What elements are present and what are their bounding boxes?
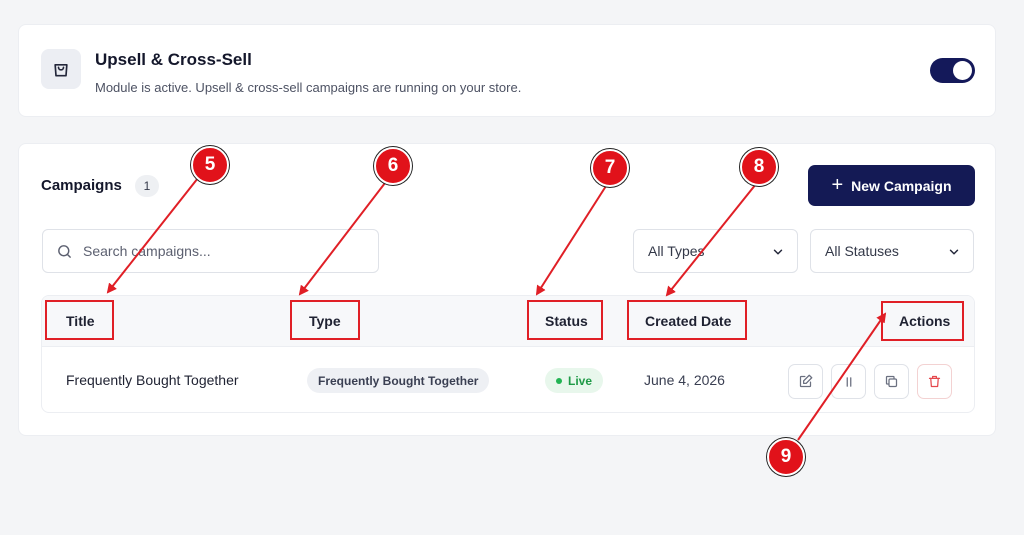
created-date-cell: June 4, 2026 [644,372,725,388]
campaigns-card: Campaigns 1 + New Campaign All Types All… [18,143,996,436]
chevron-down-icon [773,249,783,255]
type-filter-select[interactable]: All Types [633,229,798,273]
table-header: Title Type Status Created Date Actions [42,296,974,347]
campaigns-title: Campaigns [41,177,122,194]
module-description: Module is active. Upsell & cross-sell ca… [95,80,522,95]
highlight-status-column [527,300,603,340]
highlight-created-date-column [627,300,747,340]
edit-icon [799,374,813,388]
chevron-down-icon [949,249,959,255]
marker-8: 8 [740,148,778,186]
edit-button[interactable] [788,364,823,399]
pause-button[interactable] [831,364,866,399]
search-icon [58,245,71,258]
type-filter-value: All Types [648,243,705,259]
highlight-title-column [45,300,114,340]
module-card: Upsell & Cross-Sell Module is active. Up… [18,24,996,117]
module-title: Upsell & Cross-Sell [95,50,252,69]
status-filter-value: All Statuses [825,243,899,259]
new-campaign-button[interactable]: + New Campaign [808,165,975,206]
live-dot [555,377,562,384]
campaigns-table: Title Type Status Created Date Actions F… [41,295,975,413]
delete-button[interactable] [917,364,952,399]
search-box [42,229,379,273]
trash-icon [928,375,941,388]
marker-9: 9 [767,438,805,476]
toggle-knob [953,61,972,80]
marker-5: 5 [191,146,229,184]
module-active-toggle[interactable] [930,58,975,83]
pause-icon [846,376,851,387]
shopping-bag-icon [41,49,81,89]
campaign-type-badge: Frequently Bought Together [307,368,490,393]
status-badge: Live [545,368,603,393]
status-label: Live [567,373,592,388]
marker-6: 6 [374,147,412,185]
campaign-title-cell[interactable]: Frequently Bought Together [66,372,239,388]
status-filter-select[interactable]: All Statuses [810,229,974,273]
new-campaign-label: New Campaign [851,177,952,194]
campaigns-count-badge: 1 [135,175,159,197]
duplicate-icon [885,375,898,388]
table-row: Frequently Bought Together Frequently Bo… [42,348,974,412]
plus-icon: + [831,173,844,196]
marker-7: 7 [591,149,629,187]
highlight-type-column [290,300,360,340]
search-input[interactable] [83,238,363,264]
duplicate-button[interactable] [874,364,909,399]
highlight-actions-column [881,301,964,341]
